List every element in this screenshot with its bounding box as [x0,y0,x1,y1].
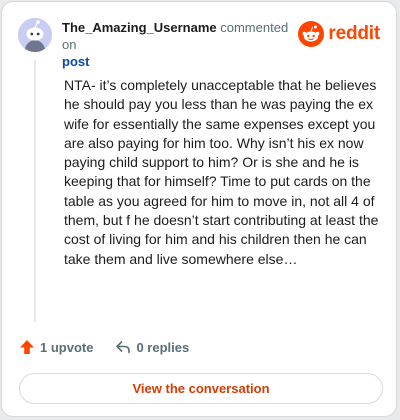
upvote-arrow-icon [20,340,34,354]
reply-button[interactable]: 0 replies [115,339,189,355]
upvote-count: 1 upvote [40,339,94,355]
post-link[interactable]: post [62,54,89,69]
avatar[interactable] [18,18,52,52]
snoo-avatar-icon [18,18,52,52]
comment-actions: 1 upvote 0 replies [19,339,211,355]
comment-header: The_Amazing_Username commented on post [62,19,302,70]
upvote-button[interactable]: 1 upvote [19,339,93,355]
reddit-alien-icon [298,21,325,47]
comment-body: NTA- it’s completely unacceptable that h… [64,77,379,267]
view-conversation-button[interactable]: View the conversation [19,373,383,404]
reddit-brand[interactable]: reddit [298,21,380,47]
reddit-wordmark: reddit [328,23,380,44]
username-link[interactable]: The_Amazing_Username [62,20,217,35]
reply-count: 0 replies [136,339,190,355]
comment-card: The_Amazing_Username commented on post r… [1,1,397,417]
reply-arrow-icon [116,341,131,354]
thread-line [34,60,36,322]
